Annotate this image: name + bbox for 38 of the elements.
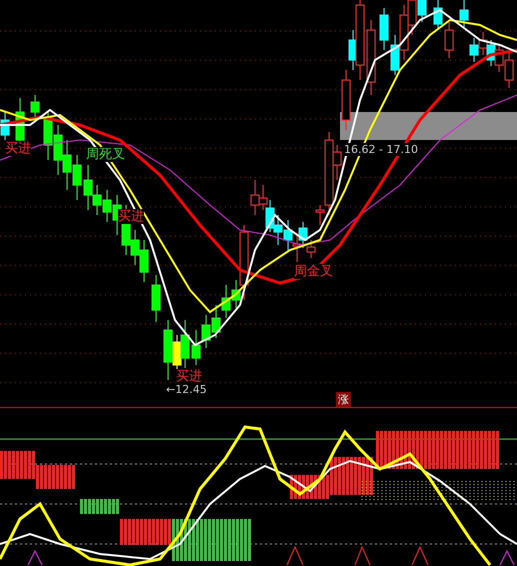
candlestick (274, 214, 282, 246)
signal-label: 买进 (176, 369, 202, 384)
signal-label: 周死叉 (86, 147, 125, 162)
candlestick (140, 240, 148, 282)
candlestick (30, 94, 40, 118)
candlestick (250, 180, 260, 216)
candlestick (494, 44, 504, 72)
candlestick (202, 314, 210, 348)
candlestick (192, 330, 200, 366)
low-price-label: ←12.45 (166, 383, 207, 396)
candlestick (444, 22, 454, 58)
rise-badge: 涨 (336, 392, 351, 407)
candlestick (460, 0, 468, 28)
candlestick (130, 230, 140, 266)
signal-label: 周金叉 (294, 264, 333, 279)
candlestick (380, 8, 388, 50)
price-range-label: 16.62 - 17.10 (344, 143, 418, 156)
candlestick (102, 190, 112, 222)
candlestick (434, 0, 442, 30)
candlestick (390, 34, 400, 76)
candlestick (72, 154, 82, 200)
candlestick (284, 220, 292, 252)
candlestick (212, 304, 220, 338)
candlestick (258, 184, 268, 210)
signal-label: 买进 (118, 209, 144, 224)
candlestick (62, 140, 72, 190)
candlestick (266, 200, 274, 232)
candlestick (54, 124, 62, 176)
candlestick (504, 52, 514, 88)
candlestick (180, 320, 190, 368)
candlestick (298, 222, 308, 248)
candlestick (306, 240, 316, 258)
candlestick (152, 274, 160, 322)
candlestick (0, 112, 10, 140)
candlestick (222, 284, 230, 318)
candlestick (44, 112, 52, 160)
signal-label: 买进 (5, 141, 31, 156)
candlestick (470, 38, 478, 62)
